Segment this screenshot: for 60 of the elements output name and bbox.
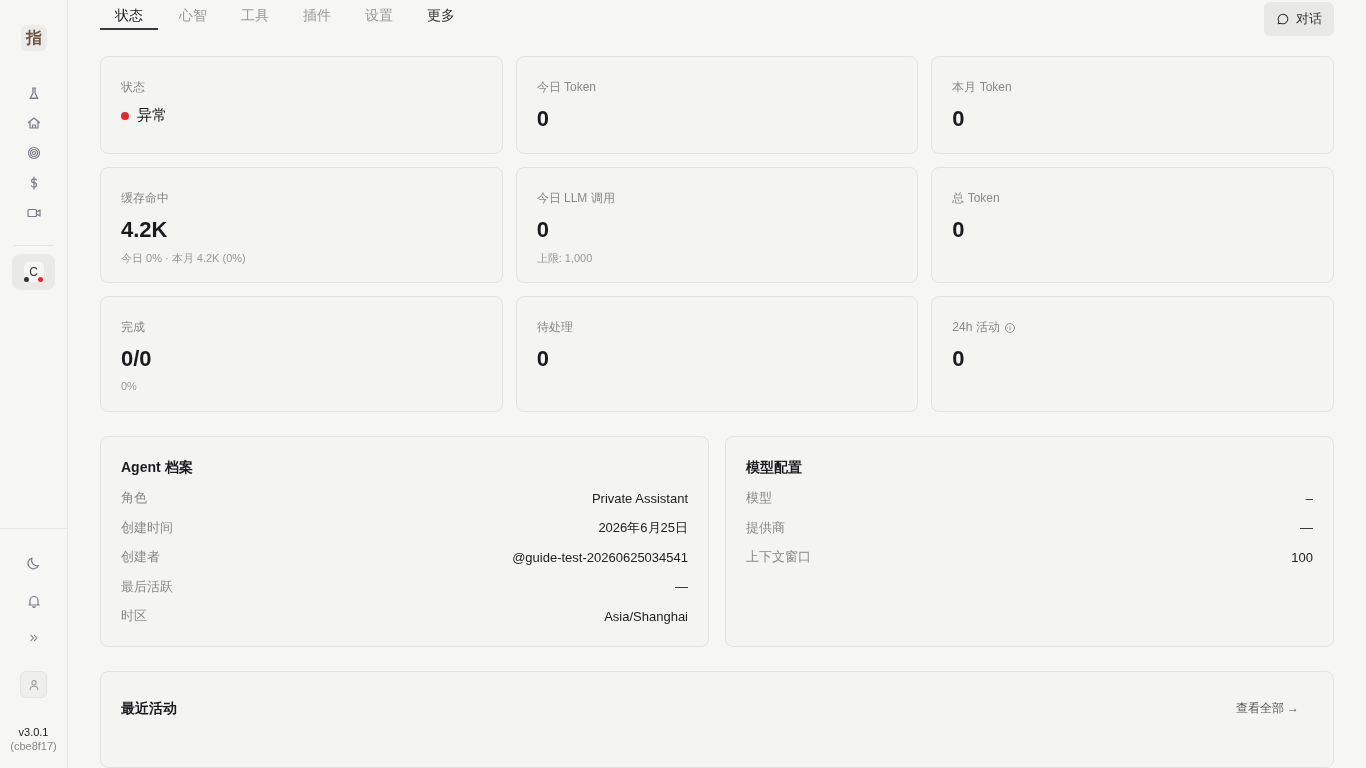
info-icon: [1003, 321, 1016, 334]
more-menu-tab[interactable]: 更多: [410, 0, 472, 31]
stat-value: 0: [536, 106, 550, 133]
speech-bubble-icon: [1276, 12, 1290, 27]
dark-mode-button[interactable]: [25, 555, 42, 571]
status-value: 异常: [137, 106, 167, 126]
app-logo[interactable]: 指: [20, 25, 47, 51]
stat-value: 4.2K: [121, 217, 169, 244]
build-hash: (cbe8f17): [10, 740, 57, 752]
field-value: @guide-test-20260625034541: [512, 549, 688, 565]
agent-avatar-button[interactable]: C: [12, 254, 55, 290]
card-title: Agent 档案: [121, 459, 194, 478]
field-value: Asia/Shanghai: [604, 608, 688, 624]
field-value: –: [1305, 490, 1313, 506]
user-button[interactable]: [20, 671, 47, 698]
tab[interactable]: 状态: [100, 0, 158, 31]
stat-label: 状态: [121, 79, 145, 97]
stat-value: 0: [536, 346, 550, 373]
target-icon: [25, 145, 42, 161]
user-icon: [26, 677, 41, 692]
moon-icon: [25, 555, 42, 571]
stat-note: 今日 0% · 本月 4.2K (0%): [121, 251, 247, 267]
stat-label: 今日 LLM 调用: [536, 190, 615, 208]
field-value: —: [675, 579, 688, 595]
home-nav-button[interactable]: [25, 115, 42, 131]
stat-value: 0: [952, 217, 966, 244]
version-label: v3.0.1: [18, 726, 49, 738]
field-label: 提供商: [746, 518, 785, 537]
field-value: 100: [1291, 549, 1313, 565]
field-value: Private Assistant: [591, 490, 688, 506]
target-nav-button[interactable]: [25, 145, 42, 161]
field-label: 最后活跃: [121, 577, 173, 596]
stat-value: 0: [536, 217, 550, 244]
field-label: 模型: [746, 489, 772, 508]
stat-label: 今日 Token: [536, 79, 596, 97]
stat-note: 0%: [121, 380, 138, 393]
stat-label: 总 Token: [952, 190, 1000, 208]
field-label: 上下文窗口: [746, 548, 811, 567]
stat-label: 待处理: [536, 319, 573, 337]
field-value: 2026年6月25日: [598, 518, 688, 537]
stat-label: 完成: [121, 319, 145, 337]
chat-button[interactable]: 对话: [1264, 2, 1334, 37]
status-dot-icon: [38, 277, 43, 282]
stat-value: 0: [952, 106, 966, 133]
stat-label: 本月 Token: [952, 79, 1012, 97]
card-title: 模型配置: [746, 459, 803, 478]
home-icon: [25, 115, 42, 131]
field-label: 时区: [121, 607, 147, 626]
stat-value: 0/0: [121, 346, 153, 373]
field-label: 角色: [121, 489, 147, 508]
status-dot-icon: [24, 277, 29, 282]
view-all-link[interactable]: 查看全部 →: [1235, 700, 1299, 718]
field-label: 创建者: [121, 548, 160, 567]
field-label: 创建时间: [121, 518, 173, 537]
stat-value: 0: [952, 346, 966, 373]
field-value: —: [1300, 520, 1313, 536]
stat-label: 24h 活动: [952, 319, 1000, 337]
stat-label: 缓存命中: [121, 190, 169, 208]
card-title: 最近活动: [121, 700, 177, 719]
stat-note: 上限: 1,000: [536, 251, 594, 267]
